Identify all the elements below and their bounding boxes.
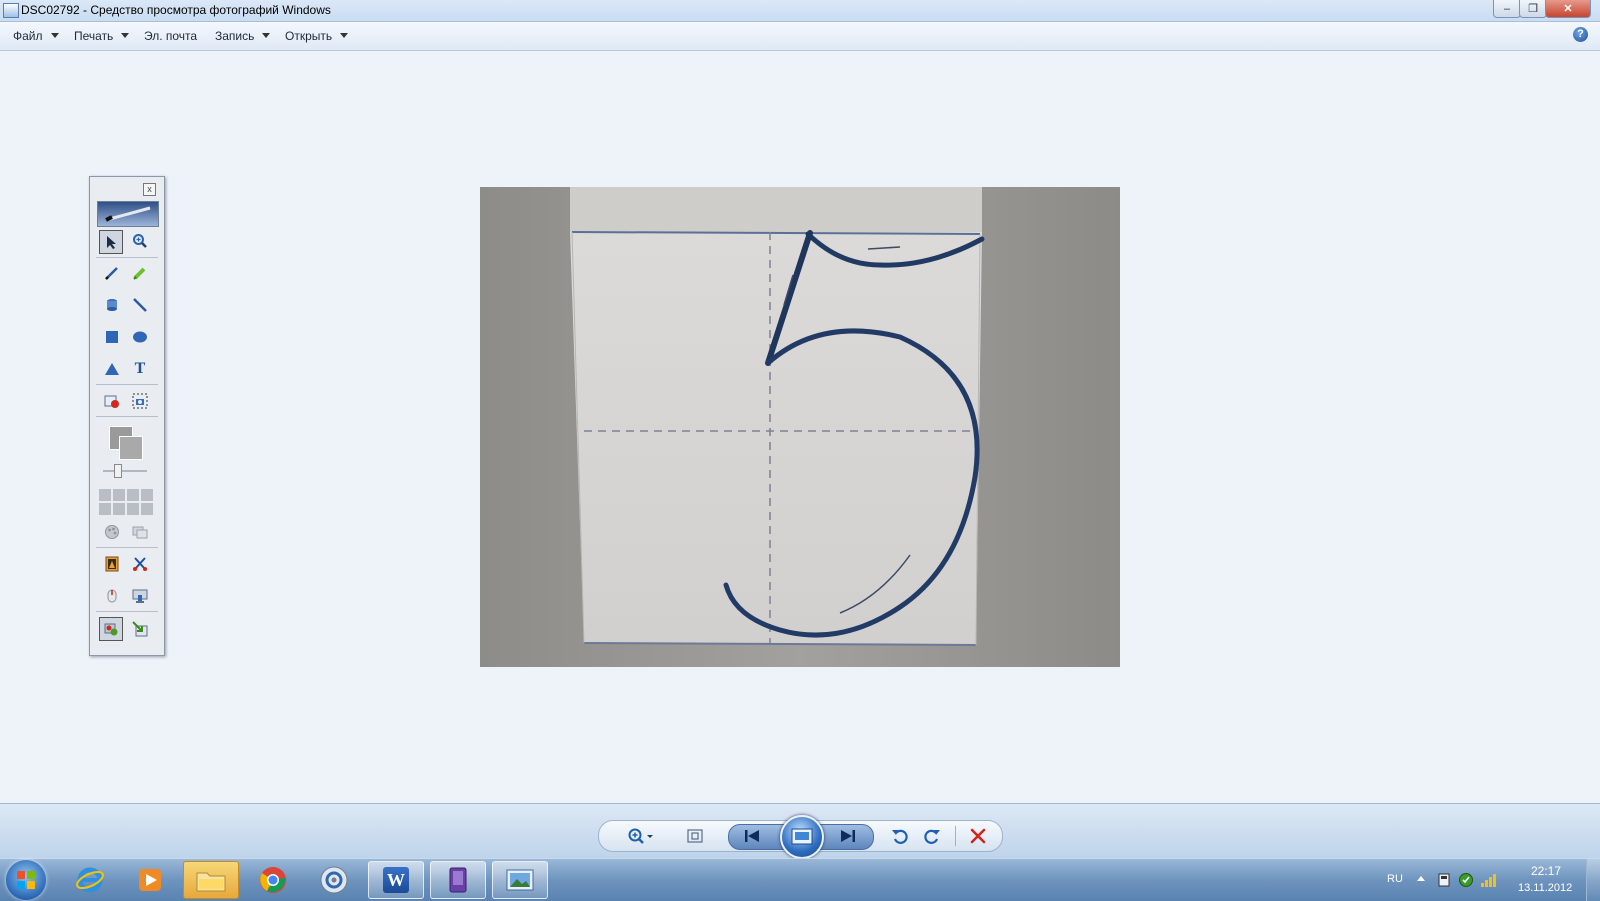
palette-icon[interactable]: [100, 520, 124, 544]
pen-icon[interactable]: [100, 261, 124, 285]
start-button[interactable]: [6, 860, 46, 900]
menu-file[interactable]: Файл: [13, 29, 59, 43]
explorer-folder-icon[interactable]: [183, 861, 239, 899]
pattern-cell[interactable]: [113, 503, 125, 515]
title-bar: DSC02792 - Средство просмотра фотографий…: [0, 0, 1600, 22]
photo-viewer-icon[interactable]: [492, 861, 548, 899]
record-icon[interactable]: [100, 389, 124, 413]
rotate-left-icon[interactable]: [888, 826, 912, 846]
pattern-cell[interactable]: [113, 489, 125, 501]
controls-divider: [955, 826, 956, 846]
screenshot-icon[interactable]: [128, 389, 152, 413]
triangle-icon[interactable]: [100, 357, 124, 381]
toolbox-close-icon[interactable]: x: [143, 183, 156, 196]
taskbar: W RU 22:17 13.11.2012: [0, 858, 1600, 901]
menu-print[interactable]: Печать: [74, 29, 130, 43]
usb-device-icon[interactable]: [1436, 872, 1452, 893]
toolbox-divider: [96, 257, 158, 258]
menu-file-label: Файл: [13, 29, 43, 43]
previous-icon[interactable]: [740, 826, 764, 846]
photo-viewer-app-icon: [3, 3, 19, 18]
fill-bucket-icon[interactable]: [100, 293, 124, 317]
clock-date[interactable]: 13.11.2012: [1518, 882, 1572, 894]
drawing-toolbox[interactable]: x T: [89, 176, 165, 656]
antivirus-icon[interactable]: [1458, 872, 1474, 893]
pattern-cell[interactable]: [99, 489, 111, 501]
chevron-down-icon: [262, 33, 271, 38]
zoom-icon[interactable]: [624, 826, 658, 846]
minimize-button[interactable]: –: [1493, 0, 1521, 18]
word-icon-glyph: W: [383, 867, 409, 893]
select-arrow-icon[interactable]: [99, 230, 123, 254]
disc-burner-icon[interactable]: [306, 861, 362, 899]
chrome-icon[interactable]: [245, 861, 301, 899]
toolbox-divider: [96, 611, 158, 612]
layers-icon[interactable]: [128, 520, 152, 544]
gallery-icon[interactable]: [100, 552, 124, 576]
show-desktop-button[interactable]: [1586, 859, 1600, 901]
toolbox-divider: [96, 384, 158, 385]
stamp-icon[interactable]: [99, 617, 123, 641]
internet-explorer-icon[interactable]: [62, 861, 118, 899]
pattern-cell[interactable]: [99, 503, 111, 515]
mouse-icon[interactable]: [100, 584, 124, 608]
media-player-icon[interactable]: [122, 861, 178, 899]
network-signal-icon[interactable]: [1480, 872, 1498, 893]
menu-burn[interactable]: Запись: [215, 29, 271, 43]
highlighter-icon[interactable]: [128, 261, 152, 285]
menu-email-label: Эл. почта: [144, 29, 198, 43]
zoom-icon[interactable]: [128, 229, 152, 253]
chevron-down-icon: [121, 33, 130, 38]
clock-time[interactable]: 22:17: [1531, 864, 1561, 878]
slideshow-icon[interactable]: [780, 815, 824, 859]
pattern-cell[interactable]: [141, 489, 153, 501]
fit-window-icon[interactable]: [684, 826, 706, 846]
toolbox-divider: [96, 547, 158, 548]
show-hidden-icons-icon[interactable]: [1417, 876, 1425, 881]
chevron-down-icon: [50, 33, 59, 38]
restore-button[interactable]: ❐: [1519, 0, 1547, 18]
next-icon[interactable]: [836, 826, 860, 846]
menu-email[interactable]: Эл. почта: [144, 29, 197, 43]
word-icon[interactable]: W: [368, 861, 424, 899]
export-icon[interactable]: [128, 617, 152, 641]
display-icon[interactable]: [128, 584, 152, 608]
menu-bar: Файл Печать Эл. почта Запись Открыть: [0, 22, 1600, 51]
close-button[interactable]: ✕: [1545, 0, 1591, 18]
window-title: DSC02792 - Средство просмотра фотографий…: [21, 3, 331, 17]
viewer-controls: [0, 803, 1600, 859]
pattern-cell[interactable]: [127, 503, 139, 515]
rectangle-icon[interactable]: [100, 325, 124, 349]
toolbox-divider: [96, 416, 158, 417]
text-icon[interactable]: T: [128, 357, 152, 381]
secondary-color-swatch[interactable]: [119, 436, 143, 460]
menu-print-label: Печать: [74, 29, 114, 43]
pen-width-slider-thumb[interactable]: [114, 464, 122, 478]
line-icon[interactable]: [128, 293, 152, 317]
help-icon[interactable]: ?: [1573, 27, 1588, 42]
menu-burn-label: Запись: [215, 29, 255, 43]
menu-open[interactable]: Открыть: [285, 29, 349, 43]
cut-icon[interactable]: [128, 552, 152, 576]
menu-open-label: Открыть: [285, 29, 333, 43]
ebook-icon[interactable]: [430, 861, 486, 899]
photo-image: [480, 187, 1120, 667]
delete-icon[interactable]: [966, 826, 990, 846]
rotate-right-icon[interactable]: [920, 826, 944, 846]
pen-preview-icon[interactable]: [97, 201, 159, 227]
pen-width-slider-track: [103, 470, 147, 472]
pattern-cell[interactable]: [127, 489, 139, 501]
input-language-indicator[interactable]: RU: [1387, 873, 1403, 885]
pattern-cell[interactable]: [141, 503, 153, 515]
chevron-down-icon: [340, 33, 349, 38]
ellipse-icon[interactable]: [128, 325, 152, 349]
